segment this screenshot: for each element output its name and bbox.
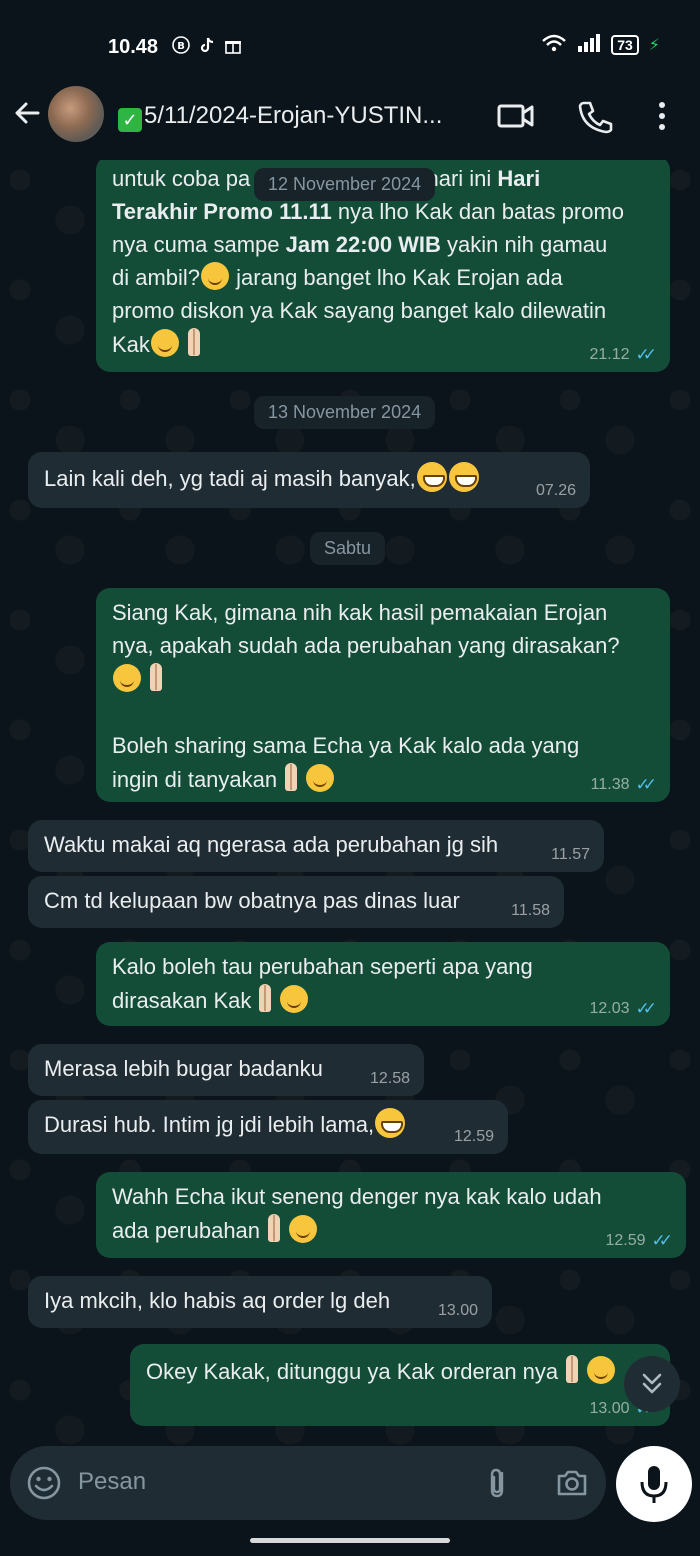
gift-icon [224,36,242,54]
smile-emoji-icon [113,664,141,692]
message-bubble-incoming[interactable]: Lain kali deh, yg tadi aj masih banyak, … [28,452,590,508]
chat-header: ✓ 5/11/2024-Erojan-YUSTIN... [0,86,700,160]
pray-emoji-icon [143,662,169,692]
date-chip: 12 November 2024 [254,168,436,201]
smile-emoji-icon [587,1356,616,1384]
message-bubble-incoming[interactable]: Cm td kelupaan bw obatnya pas dinas luar… [28,876,564,928]
mic-icon [640,1466,668,1503]
message-composer [10,1446,606,1520]
status-bar: 10.48 B 73 ⚡ [0,0,700,88]
chat-title[interactable]: ✓ 5/11/2024-Erojan-YUSTIN... [118,102,478,132]
pray-emoji-icon [181,327,207,357]
read-ticks-icon: ✓✓ [635,775,657,794]
status-time: 10.48 [108,36,159,58]
date-chip: 13 November 2024 [254,396,436,429]
grin-emoji-icon [375,1108,406,1138]
message-bubble-outgoing[interactable]: Siang Kak, gimana nih kak hasil pemakaia… [96,588,670,802]
message-bubble-incoming[interactable]: Iya mkcih, klo habis aq order lg deh 13.… [28,1276,492,1328]
message-time: 11.38 [590,776,630,793]
date-chip: Sabtu [310,532,386,565]
battery-icon: 73 [611,35,639,55]
attach-icon[interactable] [480,1465,516,1501]
smile-emoji-icon [201,262,230,290]
read-ticks-icon: ✓✓ [635,999,657,1018]
bbm-icon: B [172,36,190,54]
message-time: 21.12 [589,346,630,363]
message-bubble-outgoing[interactable]: Kalo boleh tau perubahan seperti apa yan… [96,942,670,1026]
message-bubble-outgoing[interactable]: Okey Kakak, ditunggu ya Kak orderan nya … [130,1344,670,1426]
pray-emoji-icon [252,983,278,1013]
grin-emoji-icon [448,462,479,492]
wifi-icon [541,34,567,56]
charging-icon: ⚡ [648,37,660,54]
message-input[interactable] [78,1460,438,1504]
emoji-icon[interactable] [26,1465,62,1501]
chat-title-text: 5/11/2024-Erojan-YUSTIN... [144,102,443,129]
pray-emoji-icon [261,1213,287,1243]
message-bubble-outgoing[interactable]: Wahh Echa ikut seneng denger nya kak kal… [96,1172,686,1258]
mic-button[interactable] [616,1446,692,1522]
smile-emoji-icon [280,985,309,1013]
smile-emoji-icon [289,1215,318,1243]
video-call-icon[interactable] [496,98,536,134]
message-bubble-incoming[interactable]: Durasi hub. Intim jg jdi lebih lama, 12.… [28,1100,508,1154]
back-arrow-icon[interactable] [12,98,42,128]
message-time: 13.00 [437,1302,478,1319]
verified-check-icon: ✓ [118,108,142,132]
message-time: 12.59 [605,1232,646,1249]
message-time: 11.57 [551,846,590,863]
message-time: 12.03 [589,1000,630,1017]
signal-icon [577,34,601,56]
more-options-icon[interactable] [644,98,680,134]
camera-icon[interactable] [554,1465,590,1501]
message-time: 07.26 [535,482,576,499]
message-time: 13.00 [589,1400,630,1417]
grin-emoji-icon [416,462,447,492]
pray-emoji-icon [559,1354,585,1384]
smile-emoji-icon [306,764,335,792]
message-time: 11.58 [511,902,550,919]
system-navigation-bar [0,1526,700,1556]
message-bubble-incoming[interactable]: Merasa lebih bugar badanku 12.58 [28,1044,424,1096]
voice-call-icon[interactable] [576,98,616,134]
svg-text:B: B [177,41,185,52]
pray-emoji-icon [278,762,304,792]
message-bubble-incoming[interactable]: Waktu makai aq ngerasa ada perubahan jg … [28,820,604,872]
smile-emoji-icon [150,329,179,357]
read-ticks-icon: ✓✓ [635,345,657,364]
home-indicator[interactable] [250,1538,450,1543]
chat-area[interactable]: untuk coba paKak? hari ini Hari Terakhir… [0,160,700,1450]
message-time: 12.58 [369,1070,410,1087]
message-time: 12.59 [453,1128,494,1145]
avatar[interactable] [48,86,104,142]
tiktok-icon [198,36,216,54]
read-ticks-icon: ✓✓ [651,1231,673,1250]
scroll-to-bottom-button[interactable] [624,1356,680,1412]
